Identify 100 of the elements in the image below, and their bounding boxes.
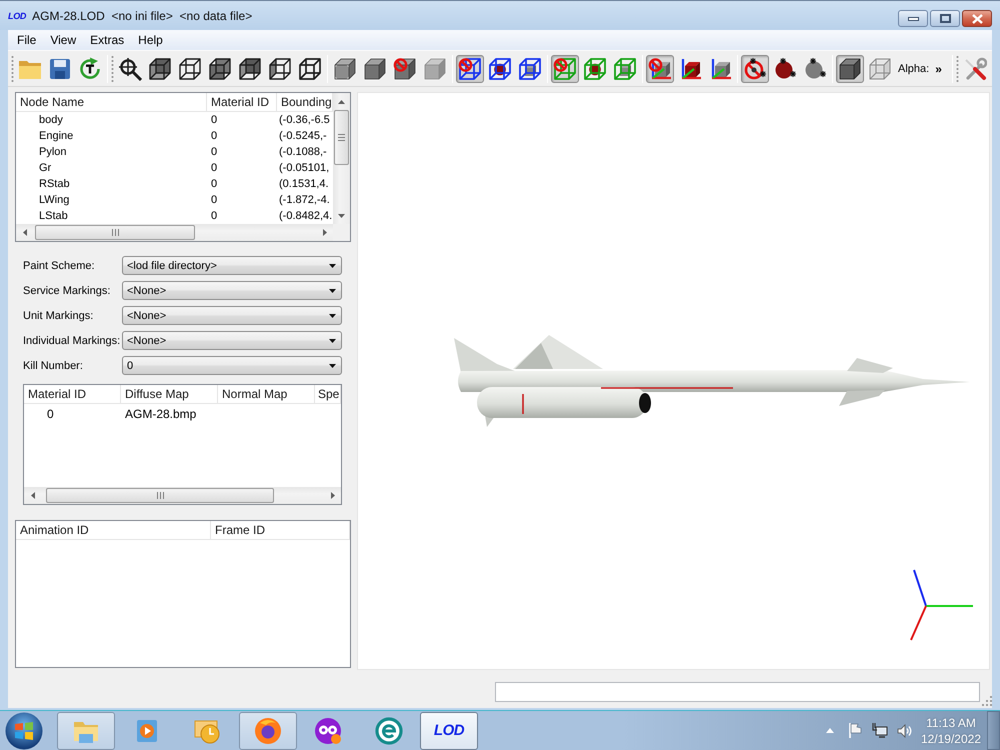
scroll-left-icon[interactable] bbox=[30, 492, 34, 499]
wireframe-cube-icon bbox=[148, 56, 172, 80]
table-cell-text: (-0.8482,4. bbox=[278, 209, 333, 224]
table-cell-text: 0 bbox=[210, 161, 218, 176]
dropdown[interactable]: 0 bbox=[122, 356, 342, 375]
table-cell-text: 0 bbox=[210, 177, 218, 192]
vertical-scrollbar[interactable] bbox=[333, 93, 350, 224]
table-cell-text: Engine bbox=[38, 129, 74, 144]
prohibited-wireframe-icon bbox=[458, 56, 482, 80]
tools-icon bbox=[963, 56, 987, 80]
app-logo: LOD bbox=[8, 10, 26, 20]
table-cell-text: 0 bbox=[210, 113, 218, 128]
horizontal-scrollbar[interactable] bbox=[16, 224, 333, 241]
close-button[interactable] bbox=[962, 10, 992, 27]
minimize-icon bbox=[908, 16, 918, 20]
sphere-in-cube-icon bbox=[488, 56, 512, 80]
table-cell-text: (-0.05101, bbox=[278, 161, 330, 176]
column-header[interactable]: Animation ID bbox=[16, 521, 211, 539]
taskbar-button[interactable]: LOD bbox=[420, 712, 478, 750]
start-button[interactable] bbox=[4, 711, 44, 750]
dropdown[interactable]: <lod file directory> bbox=[122, 256, 342, 275]
flag-icon[interactable] bbox=[848, 723, 862, 738]
prohibited-wireframe-icon bbox=[553, 56, 577, 80]
toolbar-button[interactable] bbox=[836, 54, 864, 82]
dropdown[interactable]: <None> bbox=[122, 281, 342, 300]
prohibited-sparks-icon bbox=[743, 56, 767, 80]
wireframe-cube-icon bbox=[298, 56, 322, 80]
column-header[interactable]: Normal Map bbox=[218, 385, 315, 403]
table-cell-text: LStab bbox=[38, 209, 69, 224]
scroll-down-icon[interactable] bbox=[338, 214, 345, 218]
e-logo-icon bbox=[374, 716, 402, 744]
network-icon[interactable] bbox=[872, 723, 888, 738]
dropdown-arrow-icon bbox=[329, 314, 336, 318]
menu-item[interactable]: View bbox=[43, 30, 84, 50]
table-cell-text: (-0.36,-6.5 bbox=[278, 113, 331, 128]
table-cell-text: 0 bbox=[210, 145, 218, 160]
prohibited-axes-cube-icon bbox=[648, 56, 672, 80]
scrollbar-thumb[interactable] bbox=[35, 225, 195, 240]
fox-globe-icon bbox=[254, 716, 282, 744]
speaker-icon[interactable] bbox=[896, 724, 913, 738]
horizontal-scrollbar[interactable] bbox=[24, 487, 341, 504]
maximize-icon bbox=[940, 14, 950, 23]
cube-in-cube-icon bbox=[518, 56, 542, 80]
wireframe-cube-icon bbox=[238, 56, 262, 80]
table-cell-text: AGM-28.bmp bbox=[124, 406, 198, 422]
scroll-right-icon[interactable] bbox=[330, 492, 334, 499]
table-cell-text: Gr bbox=[38, 161, 52, 176]
toolbar-grip[interactable] bbox=[11, 54, 14, 82]
column-header[interactable]: Frame ID bbox=[211, 521, 350, 539]
circular-arrow-icon bbox=[78, 56, 102, 80]
menu-item[interactable]: Extras bbox=[83, 30, 132, 50]
cube-in-cube-icon bbox=[613, 56, 637, 80]
column-header[interactable]: Spe bbox=[315, 385, 341, 403]
toolbar-button[interactable] bbox=[741, 54, 769, 82]
menu-item[interactable]: Help bbox=[131, 30, 170, 50]
table-cell-text: (-0.1088,- bbox=[278, 145, 328, 160]
scrollbar-thumb[interactable] bbox=[334, 110, 349, 165]
toolbar-button[interactable] bbox=[456, 54, 484, 82]
mask-icon bbox=[314, 716, 342, 744]
table-cell-text: (-1.872,-4. bbox=[278, 193, 331, 208]
maximize-button[interactable] bbox=[930, 10, 960, 27]
column-header[interactable]: Node Name bbox=[16, 93, 207, 111]
table-cell-text: 0 bbox=[210, 193, 218, 208]
prohibited-cube-icon bbox=[393, 56, 417, 80]
dropdown[interactable]: <None> bbox=[122, 306, 342, 325]
toolbar-button[interactable] bbox=[646, 54, 674, 82]
column-header[interactable]: Material ID bbox=[24, 385, 121, 403]
resize-grip-icon[interactable] bbox=[982, 696, 992, 706]
dropdown-arrow-icon bbox=[329, 288, 336, 292]
taskbar-button[interactable] bbox=[238, 712, 296, 750]
sphere-in-cube-icon bbox=[583, 56, 607, 80]
field-label: Kill Number: bbox=[23, 360, 84, 372]
field-label: Unit Markings: bbox=[23, 310, 94, 322]
sparking-sphere-icon bbox=[803, 56, 827, 80]
toolbar-grip[interactable] bbox=[111, 54, 114, 82]
window-title: AGM-28.LOD <no ini file> <no data file> bbox=[32, 8, 252, 22]
wireframe-cube-icon bbox=[268, 56, 292, 80]
field-label: Service Markings: bbox=[23, 284, 112, 296]
minimize-button[interactable] bbox=[898, 10, 928, 27]
dropdown-arrow-icon bbox=[329, 338, 336, 342]
scroll-left-icon[interactable] bbox=[22, 229, 26, 236]
transparent-cube-icon bbox=[868, 56, 892, 80]
alpha-label: Alpha: bbox=[898, 62, 930, 74]
table-cell-text: Pylon bbox=[38, 145, 68, 160]
toolbar-grip[interactable] bbox=[956, 54, 959, 82]
scroll-up-icon[interactable] bbox=[338, 100, 345, 104]
table-cell-text: LWing bbox=[38, 193, 70, 208]
wireframe-cube-icon bbox=[208, 56, 232, 80]
table-cell-text: 0 bbox=[210, 129, 218, 144]
scroll-right-icon[interactable] bbox=[322, 229, 326, 236]
table-cell-text: (0.1531,4. bbox=[278, 177, 330, 192]
sparking-sphere-icon bbox=[773, 56, 797, 80]
overflow-button[interactable]: » bbox=[933, 62, 944, 76]
table-cell-text: RStab bbox=[38, 177, 71, 192]
column-header[interactable]: Material ID bbox=[207, 93, 277, 111]
column-header[interactable]: Diffuse Map bbox=[121, 385, 218, 403]
scrollbar-thumb[interactable] bbox=[46, 488, 274, 503]
dropdown[interactable]: <None> bbox=[122, 331, 342, 350]
table-cell-text: 0 bbox=[210, 209, 218, 224]
menu-item[interactable]: File bbox=[10, 30, 44, 50]
